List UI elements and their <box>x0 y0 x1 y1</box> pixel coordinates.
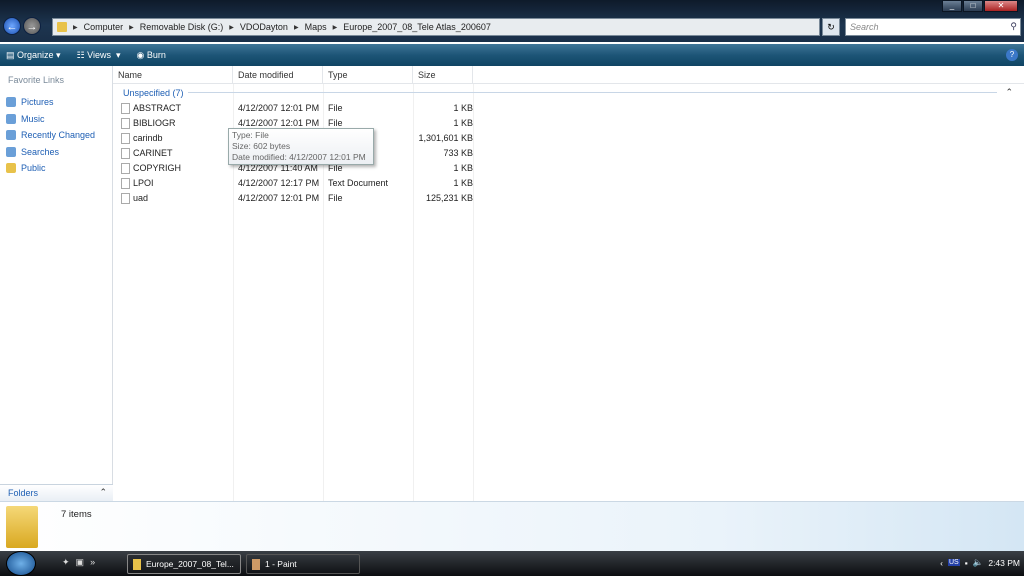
refresh-button[interactable]: ↻ <box>822 18 840 36</box>
organize-button[interactable]: ▤ Organize ▾ <box>6 50 61 61</box>
file-name: carindb <box>133 133 163 143</box>
file-size: 733 KB <box>443 148 473 158</box>
start-button[interactable] <box>6 551 36 576</box>
item-count: 7 items <box>61 509 92 520</box>
search-input[interactable]: Search ⚲ <box>845 18 1021 36</box>
file-icon <box>121 103 130 114</box>
column-date[interactable]: Date modified <box>233 66 323 83</box>
file-type: Text Document <box>328 178 389 188</box>
sidebar-item-searches[interactable]: Searches <box>0 144 112 161</box>
tray-expand-icon[interactable]: ‹ <box>940 558 943 568</box>
clock[interactable]: 2:43 PM <box>988 558 1020 568</box>
sidebar-item-public[interactable]: Public <box>0 160 112 177</box>
paint-icon <box>252 559 260 570</box>
burn-button[interactable]: ◉ Burn <box>137 50 166 61</box>
language-indicator[interactable]: US <box>948 559 960 566</box>
music-icon <box>6 113 16 124</box>
file-type: File <box>328 118 343 128</box>
back-button[interactable]: ← <box>3 17 21 35</box>
file-size: 1 KB <box>453 178 473 188</box>
title-bar: _ □ ✕ ← → ▶ Computer ▶ Removable Disk (G:)… <box>0 0 1024 42</box>
breadcrumb-maps[interactable]: Maps <box>305 22 327 32</box>
file-size: 1 KB <box>453 163 473 173</box>
file-date: 4/12/2007 12:01 PM <box>238 103 320 113</box>
pictures-icon <box>6 97 16 108</box>
file-icon <box>121 118 130 129</box>
file-date: 4/12/2007 12:01 PM <box>238 118 320 128</box>
minimize-button[interactable]: _ <box>942 0 962 12</box>
search-icon[interactable]: ⚲ <box>1010 21 1017 32</box>
file-icon <box>121 133 130 144</box>
file-name: LPOI <box>133 178 154 188</box>
file-row[interactable]: ABSTRACT 4/12/2007 12:01 PM File 1 KB <box>113 101 473 116</box>
system-tray: ‹ US ▪ 🔈 2:43 PM <box>940 557 1020 568</box>
recent-icon <box>6 130 16 141</box>
breadcrumb-drive[interactable]: Removable Disk (G:) <box>140 22 224 32</box>
file-date: 4/12/2007 12:17 PM <box>238 178 320 188</box>
taskbar-paint[interactable]: 1 - Paint <box>246 554 360 574</box>
more-icon[interactable]: » <box>90 557 95 568</box>
searches-icon <box>6 146 16 157</box>
views-button[interactable]: ☷ Views ▾ <box>77 50 121 61</box>
switch-windows-icon[interactable]: ✦ <box>62 557 70 568</box>
file-size: 1 KB <box>453 118 473 128</box>
column-name[interactable]: Name <box>113 66 233 83</box>
breadcrumb-computer[interactable]: Computer <box>84 22 124 32</box>
public-folder-icon <box>6 163 16 174</box>
file-name: CARINET <box>133 148 173 158</box>
file-icon <box>121 148 130 159</box>
folder-icon <box>133 559 141 570</box>
file-type: File <box>328 193 343 203</box>
navigation-pane: Favorite Links Pictures Music Recently C… <box>0 66 113 501</box>
help-icon[interactable]: ? <box>1006 49 1018 61</box>
favorite-links-header: Favorite Links <box>8 75 65 85</box>
file-row[interactable]: uad 4/12/2007 12:01 PM File 125,231 KB <box>113 191 473 206</box>
chevron-up-icon: ⌃ <box>1005 87 1013 97</box>
network-icon[interactable]: ▪ <box>965 558 968 568</box>
sidebar-item-recently-changed[interactable]: Recently Changed <box>0 127 112 144</box>
file-name: COPYRIGH <box>133 163 182 173</box>
taskbar: ✦ ▣ » Europe_2007_08_Tel... 1 - Paint ‹ US… <box>0 551 1024 576</box>
volume-icon[interactable]: 🔈 <box>973 557 984 568</box>
file-size: 125,231 KB <box>425 193 473 203</box>
column-type[interactable]: Type <box>323 66 413 83</box>
forward-button[interactable]: → <box>23 17 41 35</box>
details-pane: 7 items <box>0 501 1024 551</box>
quick-launch: ✦ ▣ » <box>62 557 95 568</box>
search-placeholder: Search <box>850 22 879 32</box>
file-type: File <box>328 103 343 113</box>
file-date: 4/12/2007 12:01 PM <box>238 193 320 203</box>
file-name: uad <box>133 193 149 203</box>
address-bar[interactable]: ▶ Computer ▶ Removable Disk (G:) ▶ VDODayto… <box>52 18 820 36</box>
close-button[interactable]: ✕ <box>984 0 1018 12</box>
taskbar-explorer[interactable]: Europe_2007_08_Tel... <box>127 554 241 574</box>
file-tooltip: Type: File Size: 602 bytes Date modified: … <box>228 128 374 165</box>
breadcrumb-europe[interactable]: Europe_2007_08_Tele Atlas_200607 <box>343 22 491 32</box>
file-name: BIBLIOGR <box>133 118 176 128</box>
file-size: 1 KB <box>453 103 473 113</box>
breadcrumb-vdodayton[interactable]: VDODayton <box>240 22 288 32</box>
sidebar-item-music[interactable]: Music <box>0 111 112 128</box>
file-row[interactable]: LPOI 4/12/2007 12:17 PM Text Document 1 KB <box>113 176 473 191</box>
chevron-up-icon: ⌃ <box>99 487 107 497</box>
column-size[interactable]: Size <box>413 66 473 83</box>
file-icon <box>121 163 130 174</box>
file-size: 1,301,601 KB <box>418 133 473 143</box>
folders-toggle[interactable]: Folders ⌃ <box>0 484 113 501</box>
command-bar: ▤ Organize ▾ ☷ Views ▾ ◉ Burn ? <box>0 44 1024 66</box>
group-header[interactable]: Unspecified (7) ⌃ <box>123 87 1013 98</box>
file-name: ABSTRACT <box>133 103 182 113</box>
sidebar-item-pictures[interactable]: Pictures <box>0 94 112 111</box>
maximize-button[interactable]: □ <box>963 0 983 12</box>
folder-icon <box>57 22 67 32</box>
folder-icon <box>6 506 38 548</box>
file-icon <box>121 193 130 204</box>
show-desktop-icon[interactable]: ▣ <box>76 557 85 568</box>
file-icon <box>121 178 130 189</box>
